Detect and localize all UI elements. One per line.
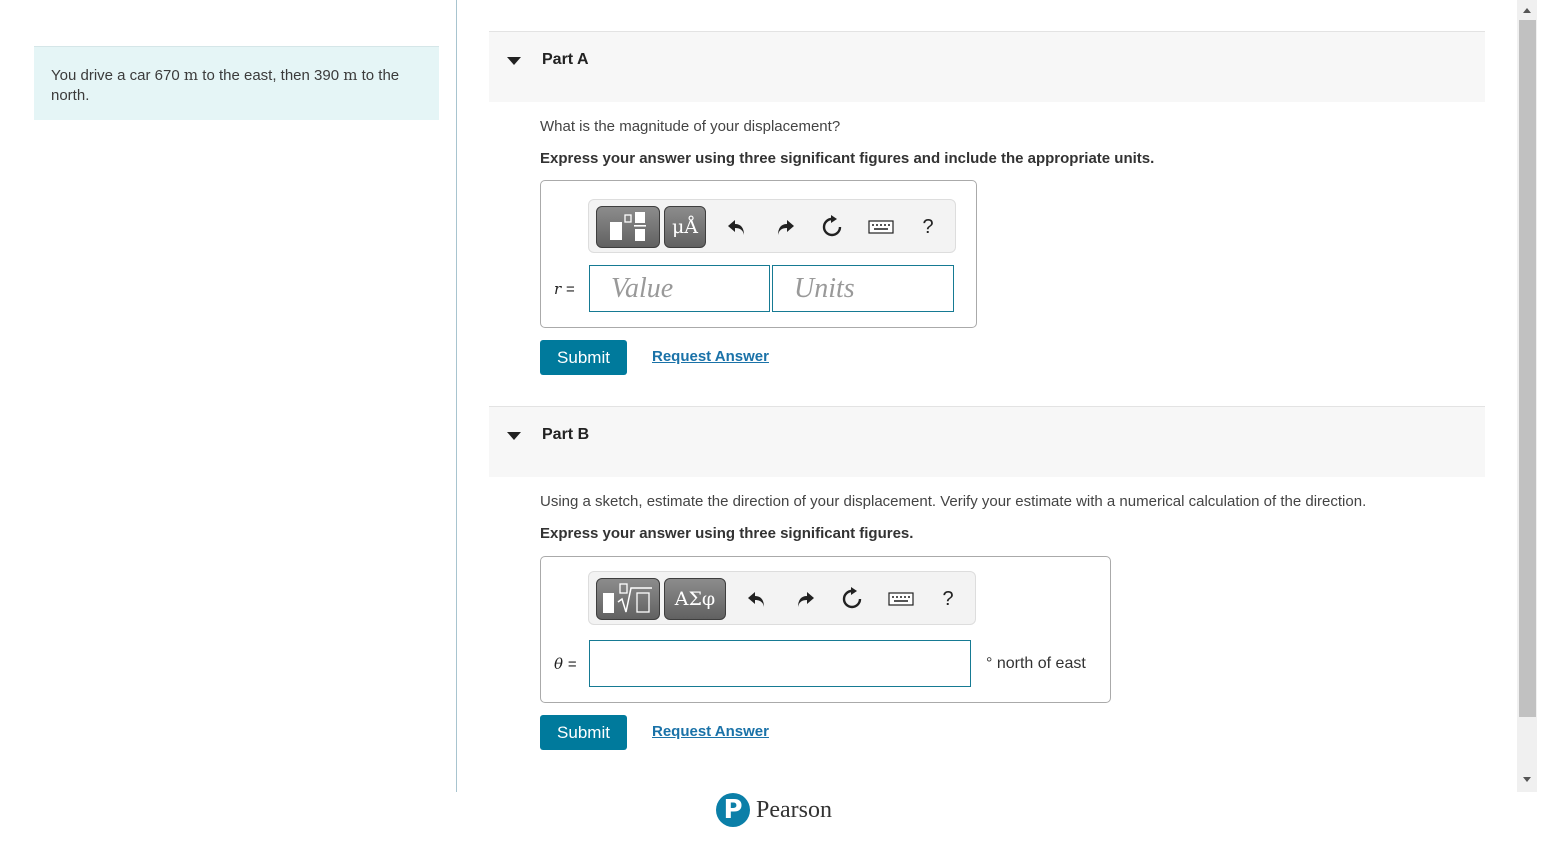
- part-a-title: Part A: [542, 51, 589, 68]
- part-a-instruction: Express your answer using three signific…: [540, 150, 1155, 167]
- part-b-request-answer-link[interactable]: Request Answer: [652, 723, 769, 740]
- fraction-template-icon: [610, 212, 646, 241]
- part-a-answer-box: μÅ ? r =: [540, 180, 977, 328]
- column-divider: [456, 0, 457, 792]
- reset-icon[interactable]: [839, 586, 865, 612]
- scrollbar-thumb[interactable]: [1519, 20, 1536, 717]
- variable-theta-label: θ =: [554, 655, 577, 673]
- units-button-label: μÅ: [671, 216, 699, 238]
- greek-symbols-button[interactable]: ΑΣφ: [664, 578, 726, 620]
- units-button[interactable]: μÅ: [664, 206, 706, 248]
- part-a-request-answer-link[interactable]: Request Answer: [652, 348, 769, 365]
- radical-template-icon: [603, 583, 652, 613]
- variable-r-label: r =: [554, 280, 575, 298]
- keyboard-icon[interactable]: [867, 214, 895, 240]
- undo-icon[interactable]: [724, 214, 750, 240]
- part-a-header[interactable]: Part A: [489, 31, 1485, 102]
- part-b-instruction: Express your answer using three signific…: [540, 525, 914, 542]
- templates-button[interactable]: [596, 206, 660, 248]
- part-b-question: Using a sketch, estimate the direction o…: [540, 493, 1367, 510]
- part-a-math-toolbar: μÅ ?: [588, 199, 956, 253]
- undo-icon[interactable]: [744, 586, 770, 612]
- part-b-math-toolbar: ΑΣφ ?: [588, 571, 976, 625]
- part-a-question: What is the magnitude of your displaceme…: [540, 118, 841, 135]
- pearson-logo: P Pearson: [716, 793, 832, 827]
- part-b-answer-box: ΑΣφ ? θ = ° north of east: [540, 556, 1111, 703]
- pearson-p-icon: P: [716, 793, 750, 827]
- unit-meters: m: [343, 66, 358, 84]
- help-icon[interactable]: ?: [935, 586, 961, 612]
- angle-input[interactable]: [589, 640, 971, 687]
- part-b-title: Part B: [542, 426, 590, 443]
- scroll-up-arrow-icon[interactable]: [1523, 8, 1531, 13]
- collapse-triangle-icon[interactable]: [507, 432, 521, 440]
- symbols-button-label: ΑΣφ: [674, 588, 716, 610]
- problem-text-2: to the east, then 390: [198, 67, 344, 84]
- keyboard-icon[interactable]: [887, 586, 915, 612]
- collapse-triangle-icon[interactable]: [507, 57, 521, 65]
- part-b-header[interactable]: Part B: [489, 406, 1485, 477]
- scroll-down-arrow-icon[interactable]: [1523, 777, 1531, 782]
- templates-button[interactable]: [596, 578, 660, 620]
- problem-statement: You drive a car 670 m to the east, then …: [34, 46, 439, 120]
- unit-meters: m: [183, 66, 199, 84]
- part-a-submit-button[interactable]: Submit: [540, 340, 627, 375]
- help-icon[interactable]: ?: [915, 214, 941, 240]
- angle-unit-label: ° north of east: [986, 655, 1086, 672]
- redo-icon[interactable]: [792, 586, 818, 612]
- redo-icon[interactable]: [772, 214, 798, 240]
- problem-text-1: You drive a car 670: [51, 67, 184, 84]
- units-input[interactable]: [772, 265, 954, 312]
- part-b-submit-button[interactable]: Submit: [540, 715, 627, 750]
- pearson-brand-text: Pearson: [756, 796, 832, 823]
- reset-icon[interactable]: [819, 214, 845, 240]
- value-input[interactable]: [589, 265, 770, 312]
